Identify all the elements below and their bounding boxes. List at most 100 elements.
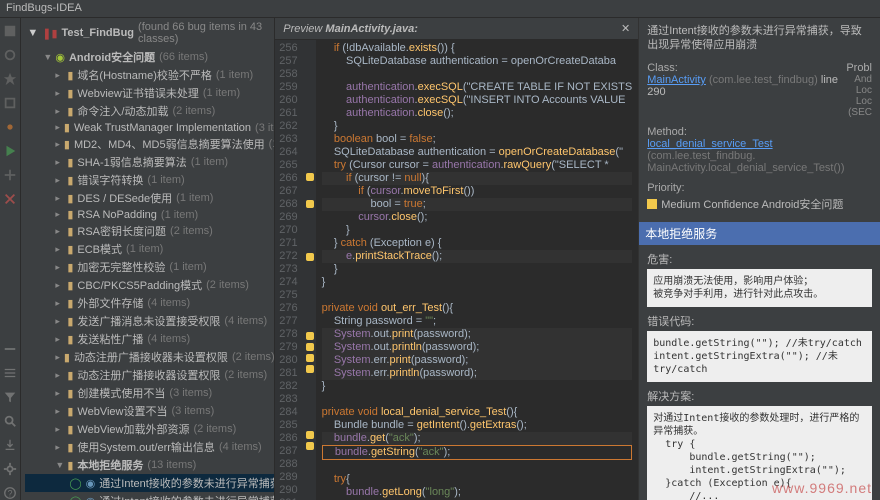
vcs-icon[interactable] — [3, 168, 17, 182]
bug-bullet-icon: ◯ — [69, 477, 81, 490]
priority-color-icon — [647, 199, 657, 209]
folder-icon: ▮ — [67, 261, 73, 274]
priority-label: Priority: — [647, 182, 872, 194]
danger-text: 应用崩溃无法使用，影响用户体验； 被竞争对手利用，进行针对此点攻击。 — [647, 269, 872, 307]
folder-icon: ▮ — [67, 208, 73, 221]
code-body[interactable]: if (!dbAvailable.exists()) { SQLiteDatab… — [316, 40, 639, 500]
tree-category[interactable]: ▸▮MD2、MD4、MD5弱信息摘要算法使用 (1 item) — [25, 135, 274, 153]
tree-category[interactable]: ▸▮WebView加载外部资源 (2 items) — [25, 420, 274, 438]
globe-icon: ◉ — [86, 477, 96, 490]
errcode-label: 错误代码: — [647, 313, 872, 329]
tree-subgroup-localdos[interactable]: ▼ ▮ 本地拒绝服务 (13 items) — [25, 456, 274, 474]
warning-marker-icon[interactable] — [306, 332, 314, 340]
warning-marker-icon[interactable] — [306, 431, 314, 439]
tree-category[interactable]: ▸▮创建模式使用不当 (3 items) — [25, 384, 274, 402]
warning-marker-icon[interactable] — [306, 343, 314, 351]
help-icon[interactable]: ? — [3, 486, 17, 500]
folder-icon: ▮ — [67, 69, 73, 82]
tree-category[interactable]: ▸▮外部文件存储 (4 items) — [25, 294, 274, 312]
folder-icon: ▮ — [67, 105, 73, 118]
tree-category[interactable]: ▸▮Webview证书错误未处理 (1 item) — [25, 84, 274, 102]
svg-text:?: ? — [8, 489, 13, 499]
folder-icon: ▮ — [67, 387, 73, 400]
tree-category[interactable]: ▸▮加密无完整性校验 (1 item) — [25, 258, 274, 276]
class-link[interactable]: MainActivity — [647, 74, 706, 86]
tree-category[interactable]: ▸▮使用System.out/err输出信息 (4 items) — [25, 438, 274, 456]
warning-marker-icon[interactable] — [306, 354, 314, 362]
folder-icon: ▮ — [64, 121, 70, 134]
danger-label: 危害: — [647, 251, 872, 267]
tree-category[interactable]: ▸▮发送广播消息未设置接受权限 (4 items) — [25, 312, 274, 330]
folder-icon: ▮ — [67, 243, 73, 256]
favorites-icon[interactable] — [3, 72, 17, 86]
gear-icon[interactable] — [3, 462, 17, 476]
export-icon[interactable] — [3, 438, 17, 452]
folder-icon: ▮ — [67, 315, 73, 328]
watermark: www.9969.net — [772, 480, 872, 496]
close-tool-icon[interactable] — [3, 192, 17, 206]
tree-category[interactable]: ▸▮错误字符转换 (1 item) — [25, 171, 274, 189]
tree-category[interactable]: ▸▮SHA-1弱信息摘要算法 (1 item) — [25, 153, 274, 171]
window-titlebar: FindBugs-IDEA — [0, 0, 880, 18]
tree-category[interactable]: ▸▮域名(Hostname)校验不严格 (1 item) — [25, 66, 274, 84]
details-panel: 通过Intent接收的参数未进行异常捕获，导致出现异常使得应用崩溃 Class:… — [639, 18, 880, 500]
method-link[interactable]: local_denial_service_Test — [647, 138, 772, 150]
filter-icon[interactable] — [3, 390, 17, 404]
tree-category[interactable]: ▸▮命令注入/动态加载 (2 items) — [25, 102, 274, 120]
problem-codes: And Loc Loc (SEC — [846, 74, 872, 118]
warning-marker-icon[interactable] — [306, 442, 314, 450]
expand-icon[interactable] — [3, 342, 17, 356]
preview-header: Preview MainActivity.java: ✕ — [275, 18, 638, 40]
tree-category[interactable]: ▸▮DES / DESede使用 (1 item) — [25, 189, 274, 207]
tree-category[interactable]: ▸▮ECB模式 (1 item) — [25, 240, 274, 258]
line-number-gutter: 2562572582592602612622632642652662672682… — [275, 40, 303, 500]
build-icon[interactable] — [3, 96, 17, 110]
code-preview-panel: Preview MainActivity.java: ✕ 25625725825… — [275, 18, 639, 500]
search-icon[interactable] — [3, 414, 17, 428]
folder-icon: ▮ — [67, 192, 73, 205]
bug-bullet-icon: ◯ — [69, 495, 81, 500]
tree-category[interactable]: ▸▮CBC/PKCS5Padding模式 (2 items) — [25, 276, 274, 294]
project-icon[interactable] — [3, 24, 17, 38]
tree-category[interactable]: ▸▮动态注册广播接收器未设置权限 (2 items) — [25, 348, 274, 366]
structure-icon[interactable] — [3, 48, 17, 62]
findbugs-icon: ❚▮ — [42, 27, 57, 40]
errcode-box: bundle.getString(""); //未try/catch inten… — [647, 331, 872, 382]
tree-category[interactable]: ▸▮RSA NoPadding (1 item) — [25, 207, 274, 222]
run-icon[interactable] — [3, 144, 17, 158]
warning-marker-icon[interactable] — [306, 365, 314, 373]
debug-icon[interactable] — [3, 120, 17, 134]
bug-item[interactable]: ◯◉通过Intent接收的参数未进行异常捕获，导 — [25, 474, 274, 492]
android-icon: ◉ — [55, 51, 65, 64]
folder-icon: ▮ — [64, 351, 70, 364]
folder-icon: ▮ — [67, 333, 73, 346]
close-icon[interactable]: ✕ — [621, 22, 630, 35]
warning-marker-icon[interactable] — [306, 200, 314, 208]
warning-marker-icon[interactable] — [306, 253, 314, 261]
marker-gutter — [304, 40, 316, 500]
folder-icon: ▮ — [67, 405, 73, 418]
tree-category[interactable]: ▸▮动态注册广播接收器设置权限 (2 items) — [25, 366, 274, 384]
tree-category[interactable]: ▸▮发送粘性广播 (4 items) — [25, 330, 274, 348]
details-section-title: 本地拒绝服务 — [639, 222, 880, 245]
tree-root[interactable]: ▼ ❚▮ Test_FindBug (found 66 bug items in… — [21, 18, 274, 48]
warning-marker-icon[interactable] — [306, 173, 314, 181]
bug-item[interactable]: ◯◉通过Intent接收的参数未进行异常捕获，导 — [25, 492, 274, 500]
tree-category[interactable]: ▸▮Weak TrustManager Implementation (3 it… — [25, 120, 274, 135]
collapse-icon[interactable] — [3, 366, 17, 380]
priority-value: Medium Confidence Android安全问题 — [647, 196, 872, 212]
class-label: Class: — [647, 62, 846, 74]
tree-group-android[interactable]: ▼ ◉ Android安全问题 (66 items) — [25, 48, 274, 66]
preview-title: Preview MainActivity.java: — [283, 23, 418, 35]
tree-category[interactable]: ▸▮WebView设置不当 (3 items) — [25, 402, 274, 420]
tree-category[interactable]: ▸▮RSA密钥长度问题 (2 items) — [25, 222, 274, 240]
folder-icon: ▮ — [67, 156, 73, 169]
folder-icon: ▮ — [67, 459, 73, 472]
bug-tree-panel: ▼ ❚▮ Test_FindBug (found 66 bug items in… — [21, 18, 275, 500]
folder-icon: ▮ — [67, 87, 73, 100]
folder-icon: ▮ — [64, 138, 70, 151]
code-area[interactable]: 2562572582592602612622632642652662672682… — [275, 40, 638, 500]
problem-label: Probl — [846, 62, 872, 74]
main-layout: ? ▼ ❚▮ Test_FindBug (found 66 bug items … — [0, 18, 880, 500]
globe-icon: ◉ — [86, 495, 96, 500]
